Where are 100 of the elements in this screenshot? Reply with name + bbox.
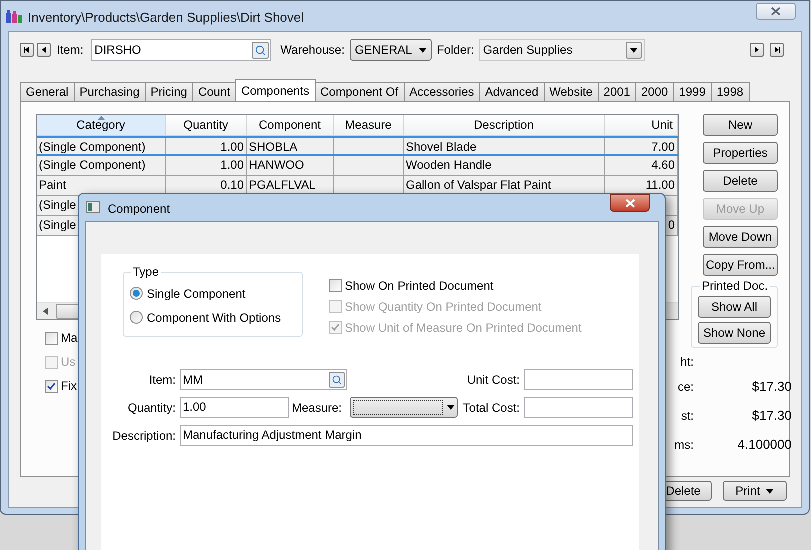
tab[interactable]: 1998 xyxy=(710,82,750,101)
measure-select[interactable] xyxy=(350,397,458,418)
unit-cost-field[interactable] xyxy=(524,369,633,390)
tab[interactable]: 2001 xyxy=(598,82,636,101)
field-label: Measure: xyxy=(290,400,342,416)
total-value: 4.100000 xyxy=(736,436,792,454)
close-button[interactable] xyxy=(756,3,796,20)
radio-label: Single Component xyxy=(147,286,246,302)
side-button[interactable]: Delete xyxy=(703,170,778,192)
close-icon xyxy=(771,7,781,16)
radio-label: Component With Options xyxy=(147,310,282,326)
table-cell: 1.00 xyxy=(220,140,244,154)
total-label: ce: xyxy=(676,378,694,396)
sort-arrow-icon xyxy=(98,116,105,120)
tab[interactable]: Count xyxy=(192,82,236,101)
checkbox-label: Show Quantity On Printed Document xyxy=(345,298,542,316)
side-button[interactable]: Copy From... xyxy=(703,254,778,276)
search-icon[interactable] xyxy=(252,42,269,58)
total-value: $17.30 xyxy=(751,378,792,396)
search-icon[interactable] xyxy=(329,372,345,388)
table-cell: PGALFLVAL xyxy=(249,178,316,192)
side-button[interactable]: New xyxy=(703,114,778,136)
option-label: Fix xyxy=(61,378,77,395)
radio-button[interactable] xyxy=(130,311,143,324)
triangle-left-icon xyxy=(40,46,48,54)
show-button[interactable]: Show All xyxy=(698,296,771,318)
item-field[interactable]: MM xyxy=(180,369,347,390)
folder-select[interactable]: Garden Supplies xyxy=(479,39,646,61)
caret-icon xyxy=(766,488,774,494)
skip-forward-icon xyxy=(773,46,781,54)
folder-label: Folder: xyxy=(436,42,474,59)
quantity-field[interactable]: 1.00 xyxy=(180,397,289,418)
tab[interactable]: 2000 xyxy=(635,82,674,101)
radio-button[interactable] xyxy=(130,287,143,300)
next-record-button[interactable] xyxy=(750,43,764,57)
tab[interactable]: Component Of xyxy=(314,82,405,101)
bottles-icon xyxy=(5,8,23,24)
tab[interactable]: Accessories xyxy=(404,82,480,101)
option-label: Ma xyxy=(61,330,78,347)
table-cell: (Single xyxy=(39,218,76,232)
tab[interactable]: Purchasing xyxy=(74,82,146,101)
scroll-left-icon[interactable] xyxy=(43,308,48,314)
tab[interactable]: 1999 xyxy=(673,82,712,101)
group-title: Printed Doc. xyxy=(700,279,770,293)
column-header[interactable]: Category xyxy=(37,115,166,135)
print-menu-button[interactable]: Print xyxy=(723,481,787,501)
column-header[interactable]: Unit xyxy=(605,115,678,135)
window-icon xyxy=(86,201,100,213)
table-cell: HANWOO xyxy=(249,158,304,172)
field-label: Unit Cost: xyxy=(466,372,520,388)
table-cell: Paint xyxy=(39,178,66,192)
tab[interactable]: Components xyxy=(235,79,316,101)
checkbox[interactable] xyxy=(45,332,58,344)
show-button[interactable]: Show None xyxy=(698,322,771,344)
tab[interactable]: Advanced xyxy=(479,82,545,101)
column-header[interactable]: Measure xyxy=(334,115,404,135)
caret-icon xyxy=(630,48,638,52)
triangle-right-icon xyxy=(753,46,761,54)
table-cell: 0 xyxy=(668,218,675,232)
description-field[interactable]: Manufacturing Adjustment Margin xyxy=(180,425,633,446)
column-header[interactable]: Description xyxy=(404,115,605,135)
side-button[interactable]: Properties xyxy=(703,142,778,164)
last-record-button[interactable] xyxy=(770,43,784,57)
side-button[interactable]: Move Down xyxy=(703,226,778,248)
table-cell: 11.00 xyxy=(646,178,675,192)
table-row[interactable]: (Single Component) 1.00 SHOBLA Shovel Blade 7.00 xyxy=(37,136,678,156)
option-label: Us xyxy=(61,354,76,371)
table-cell: 7.00 xyxy=(652,140,675,154)
total-label: st: xyxy=(680,408,694,424)
table-cell: (Single Component) xyxy=(39,140,146,154)
warehouse-label: Warehouse: xyxy=(280,42,345,59)
column-header[interactable]: Component xyxy=(247,115,334,135)
column-header[interactable]: Quantity xyxy=(166,115,247,135)
first-record-button[interactable] xyxy=(20,43,34,57)
tab[interactable]: General xyxy=(20,82,75,101)
table-row[interactable]: (Single Component) 1.00 HANWOO Wooden Handle 4.60 xyxy=(37,156,678,176)
total-cost-field[interactable] xyxy=(524,397,633,418)
field-label: Total Cost: xyxy=(462,400,520,416)
close-icon xyxy=(624,198,636,208)
total-label: ms: xyxy=(674,436,694,454)
table-cell: Wooden Handle xyxy=(406,158,492,172)
caret-icon xyxy=(418,48,427,52)
table-cell: 0.10 xyxy=(220,178,244,192)
previous-record-button[interactable] xyxy=(37,43,51,57)
table-cell: 1.00 xyxy=(220,158,244,172)
total-value: $17.30 xyxy=(751,406,792,425)
total-label: ht: xyxy=(680,354,694,371)
table-cell: 4.60 xyxy=(652,158,675,172)
field-label: Description: xyxy=(112,428,176,444)
tab[interactable]: Pricing xyxy=(144,82,194,101)
window-title: Inventory\Products\Garden Supplies\Dirt Shovel xyxy=(28,9,304,27)
checkbox[interactable] xyxy=(45,380,58,392)
checkbox[interactable] xyxy=(329,279,342,292)
field-label: Item: xyxy=(148,372,176,388)
warehouse-select[interactable]: GENERAL xyxy=(350,39,432,61)
close-button[interactable] xyxy=(610,194,650,212)
table-cell: (Single xyxy=(39,198,76,212)
tab[interactable]: Website xyxy=(544,82,599,101)
dialog-title: Component xyxy=(108,201,170,218)
item-field[interactable]: DIRSHO xyxy=(90,39,271,61)
